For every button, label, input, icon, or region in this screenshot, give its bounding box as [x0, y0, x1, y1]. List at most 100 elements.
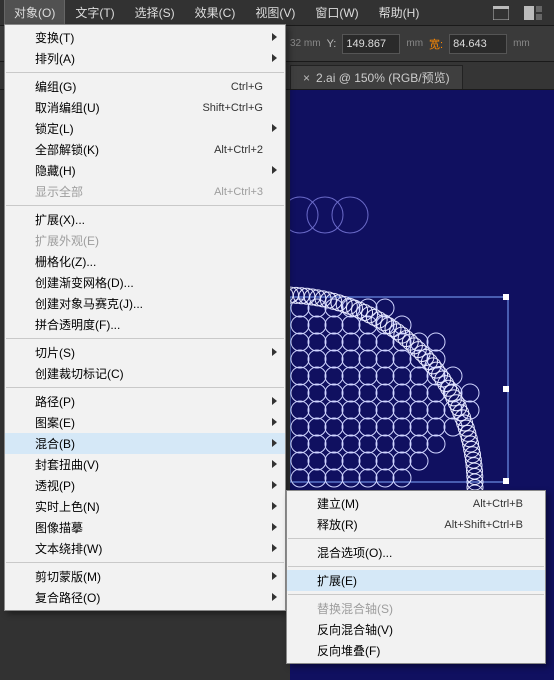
menu-item[interactable]: 取消编组(U) Shift+Ctrl+G [5, 97, 285, 118]
menu-item[interactable]: 拼合透明度(F)... [5, 314, 285, 335]
menu-item[interactable]: 剪切蒙版(M) [5, 566, 285, 587]
menu-item-label: 替换混合轴(S) [317, 600, 393, 617]
submenu-arrow-icon [272, 523, 277, 531]
menu-item[interactable]: 全部解锁(K) Alt+Ctrl+2 [5, 139, 285, 160]
w-label: 宽: [429, 36, 443, 52]
menu-window[interactable]: 窗口(W) [305, 0, 368, 26]
x-unit-suffix: 32 mm [290, 38, 321, 49]
menu-object[interactable]: 对象(O) [4, 0, 65, 26]
menu-effect[interactable]: 效果(C) [185, 0, 246, 26]
shortcut: Alt+Ctrl+2 [214, 144, 263, 156]
menu-item-label: 编组(G) [35, 78, 76, 95]
menu-item: 替换混合轴(S) [287, 598, 545, 619]
submenu-arrow-icon [272, 124, 277, 132]
separator [6, 387, 284, 388]
menu-item-label: 扩展外观(E) [35, 232, 99, 249]
menubar-right-icons [492, 5, 550, 21]
menu-item-label: 取消编组(U) [35, 99, 100, 116]
submenu-arrow-icon [272, 544, 277, 552]
menu-item[interactable]: 隐藏(H) [5, 160, 285, 181]
menu-item[interactable]: 排列(A) [5, 48, 285, 69]
menu-item[interactable]: 创建渐变网格(D)... [5, 272, 285, 293]
workspace-icon[interactable] [492, 5, 510, 21]
separator [6, 205, 284, 206]
submenu-arrow-icon [272, 481, 277, 489]
menu-item[interactable]: 栅格化(Z)... [5, 251, 285, 272]
y-unit: mm [406, 38, 423, 49]
menu-item[interactable]: 锁定(L) [5, 118, 285, 139]
menu-item[interactable]: 反向堆叠(F) [287, 640, 545, 661]
menu-item-label: 显示全部 [35, 183, 83, 200]
shortcut: Alt+Ctrl+3 [214, 186, 263, 198]
menu-item[interactable]: 实时上色(N) [5, 496, 285, 517]
menu-item[interactable]: 路径(P) [5, 391, 285, 412]
menu-item-label: 创建渐变网格(D)... [35, 274, 134, 291]
separator [6, 562, 284, 563]
submenu-arrow-icon [272, 348, 277, 356]
menu-item[interactable]: 扩展(X)... [5, 209, 285, 230]
menu-item[interactable]: 切片(S) [5, 342, 285, 363]
menubar: 对象(O) 文字(T) 选择(S) 效果(C) 视图(V) 窗口(W) 帮助(H… [0, 0, 554, 26]
menu-item[interactable]: 创建裁切标记(C) [5, 363, 285, 384]
menu-item[interactable]: 图像描摹 [5, 517, 285, 538]
close-tab-icon[interactable]: × [303, 71, 310, 85]
blend-submenu[interactable]: 建立(M) Alt+Ctrl+B 释放(R)Alt+Shift+Ctrl+B 混合选项… [286, 490, 546, 664]
menu-item-label: 创建对象马赛克(J)... [35, 295, 143, 312]
menu-help[interactable]: 帮助(H) [369, 0, 430, 26]
shortcut: Alt+Shift+Ctrl+B [444, 519, 523, 531]
menu-item-label: 剪切蒙版(M) [35, 568, 101, 585]
object-menu-dropdown[interactable]: 变换(T)排列(A) 编组(G) Ctrl+G 取消编组(U) Shift+Ctrl+G… [4, 24, 286, 611]
menu-select[interactable]: 选择(S) [125, 0, 185, 26]
menu-item-label: 锁定(L) [35, 120, 74, 137]
separator [288, 538, 544, 539]
separator [288, 594, 544, 595]
menu-item-label: 建立(M) [317, 495, 359, 512]
w-input[interactable] [449, 34, 507, 54]
separator [6, 72, 284, 73]
menu-item[interactable]: 编组(G) Ctrl+G [5, 76, 285, 97]
menu-item-label: 实时上色(N) [35, 498, 100, 515]
menu-item[interactable]: 创建对象马赛克(J)... [5, 293, 285, 314]
menu-item-label: 文本绕排(W) [35, 540, 102, 557]
menu-item[interactable]: 释放(R)Alt+Shift+Ctrl+B [287, 514, 545, 535]
document-tab[interactable]: × 2.ai @ 150% (RGB/预览) [290, 65, 463, 89]
separator [6, 338, 284, 339]
menu-item-label: 扩展(E) [317, 572, 357, 589]
menu-item[interactable]: 混合(B) [5, 433, 285, 454]
menu-item-label: 图案(E) [35, 414, 75, 431]
menu-item[interactable]: 复合路径(O) [5, 587, 285, 608]
submenu-arrow-icon [272, 439, 277, 447]
menu-item[interactable]: 建立(M) Alt+Ctrl+B [287, 493, 545, 514]
submenu-arrow-icon [272, 593, 277, 601]
shortcut: Alt+Ctrl+B [473, 498, 523, 510]
menu-item-label: 切片(S) [35, 344, 75, 361]
submenu-arrow-icon [272, 572, 277, 580]
menu-item-label: 混合选项(O)... [317, 544, 392, 561]
menu-item-label: 复合路径(O) [35, 589, 100, 606]
menu-item[interactable]: 扩展(E) [287, 570, 545, 591]
shortcut: Ctrl+G [231, 81, 263, 93]
menu-item-label: 全部解锁(K) [35, 141, 99, 158]
menu-item-label: 栅格化(Z)... [35, 253, 96, 270]
menu-item[interactable]: 反向混合轴(V) [287, 619, 545, 640]
menu-item-label: 隐藏(H) [35, 162, 76, 179]
menu-item[interactable]: 文本绕排(W) [5, 538, 285, 559]
menu-item-label: 图像描摹 [35, 519, 83, 536]
y-input[interactable] [342, 34, 400, 54]
menu-item[interactable]: 混合选项(O)... [287, 542, 545, 563]
arrange-icon[interactable] [524, 5, 542, 21]
tab-label: 2.ai @ 150% (RGB/预览) [316, 69, 450, 86]
menu-item-label: 拼合透明度(F)... [35, 316, 120, 333]
menu-view[interactable]: 视图(V) [245, 0, 305, 26]
submenu-arrow-icon [272, 418, 277, 426]
menu-item-label: 创建裁切标记(C) [35, 365, 124, 382]
menu-item[interactable]: 封套扭曲(V) [5, 454, 285, 475]
menu-type[interactable]: 文字(T) [65, 0, 124, 26]
menu-item-label: 混合(B) [35, 435, 75, 452]
menu-item[interactable]: 透视(P) [5, 475, 285, 496]
shortcut: Shift+Ctrl+G [202, 102, 263, 114]
menu-item: 显示全部 Alt+Ctrl+3 [5, 181, 285, 202]
menu-item-label: 反向混合轴(V) [317, 621, 393, 638]
menu-item[interactable]: 图案(E) [5, 412, 285, 433]
menu-item[interactable]: 变换(T) [5, 27, 285, 48]
